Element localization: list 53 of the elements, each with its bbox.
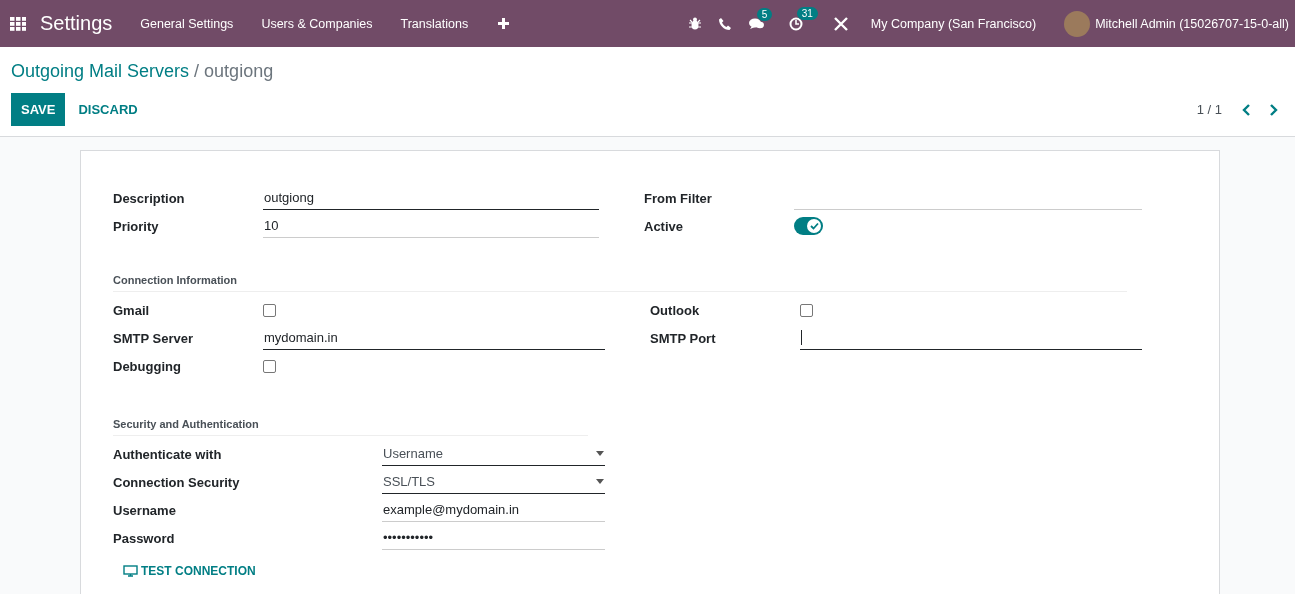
input-field[interactable]: 10 — [263, 214, 599, 238]
discard-button[interactable]: DISCARD — [65, 93, 151, 126]
select-field[interactable]: Username — [382, 442, 605, 466]
field-label: Username — [113, 502, 177, 518]
apps-menu-icon[interactable] — [10, 16, 26, 31]
save-button[interactable]: SAVE — [11, 93, 66, 126]
input-field[interactable]: mydomain.in — [263, 326, 605, 350]
field-label: Active — [644, 218, 685, 234]
next-icon[interactable] — [1269, 103, 1278, 116]
section-title: Connection Information — [113, 274, 1127, 292]
bug-icon[interactable] — [688, 17, 701, 30]
breadcrumb-link[interactable]: Outgoing Mail Servers — [11, 61, 190, 82]
field-label: Password — [113, 530, 176, 546]
field-label: Authenticate with — [113, 446, 223, 462]
field-label: Debugging — [113, 358, 182, 374]
field-label: From Filter — [644, 190, 713, 206]
menu-item[interactable]: Translations — [386, 16, 483, 31]
field-label: Outlook — [650, 302, 701, 318]
plus-icon[interactable] — [498, 18, 510, 29]
field-label: Priority — [113, 218, 160, 234]
field-label: SMTP Server — [113, 330, 194, 346]
field-label: Connection Security — [113, 474, 241, 490]
field-label: Gmail — [113, 302, 151, 318]
monitor-icon — [123, 565, 138, 577]
select-field[interactable]: SSL/TLS — [382, 470, 605, 494]
field-label: SMTP Port — [650, 330, 717, 346]
test-connection-button[interactable]: TEST CONNECTION — [123, 564, 256, 578]
section-title: Security and Authentication — [113, 418, 588, 436]
count-badge: 31 — [796, 6, 818, 20]
chat-icon[interactable] — [748, 17, 764, 30]
user-menu[interactable]: Mitchell Admin (15026707-15-0-all) — [1095, 16, 1289, 31]
input-field[interactable]: example@mydomain.in — [382, 498, 605, 522]
input-field[interactable]: ••••••••••• — [382, 526, 605, 550]
previous-icon[interactable] — [1242, 103, 1251, 116]
pager-counter: 1 / 1 — [1196, 102, 1222, 117]
caret-icon — [596, 451, 604, 456]
clock-icon[interactable] — [788, 16, 803, 31]
menu-item[interactable]: General Settings — [126, 16, 248, 31]
check-icon — [809, 222, 819, 230]
checkbox[interactable] — [263, 303, 276, 317]
app-title: Settings — [40, 12, 113, 35]
checkbox[interactable] — [800, 303, 813, 317]
field-label: Description — [113, 190, 186, 206]
toggle-switch[interactable] — [794, 217, 823, 235]
breadcrumb-separator: / — [194, 61, 200, 82]
breadcrumb-current: outgiong — [204, 61, 274, 82]
caret-icon — [596, 479, 604, 484]
menu-item[interactable]: Users & Companies — [247, 16, 387, 31]
phone-icon[interactable] — [718, 17, 731, 30]
checkbox[interactable] — [263, 359, 276, 373]
company-switcher[interactable]: My Company (San Francisco) — [870, 16, 1037, 31]
count-badge: 5 — [756, 7, 773, 21]
input-field[interactable]: outgiong — [263, 186, 599, 210]
